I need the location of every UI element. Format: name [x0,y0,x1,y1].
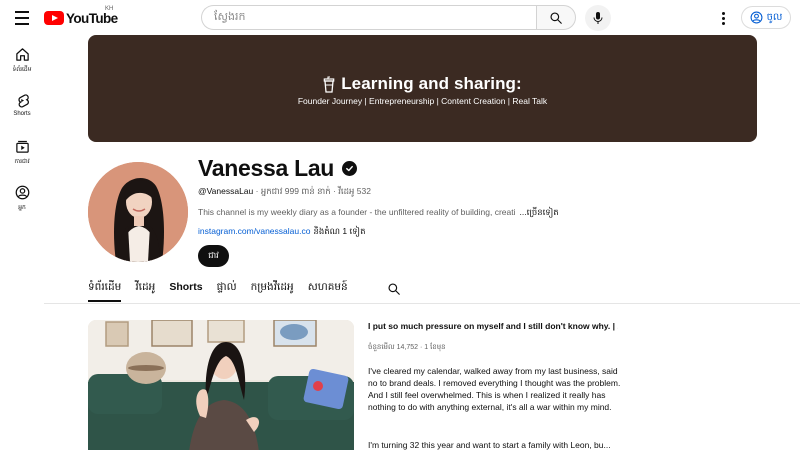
shorts-icon [17,94,29,108]
subscriptions-icon [15,140,29,153]
sidebar-item-label: Shorts [13,111,31,117]
featured-video-description: I've cleared my calendar, walked away fr… [368,366,621,412]
instagram-link[interactable]: instagram.com/vanessalau.co [198,226,310,236]
tab-live[interactable]: ផ្ទាល់ [217,281,237,302]
search-placeholder: ស្វែងរក [214,10,246,23]
featured-video-thumbnail[interactable] [88,320,354,450]
subscribe-label: ជាវ [208,249,219,260]
top-bar: YouTube KH ស្វែងរក ចូល [0,0,800,36]
youtube-play-icon [44,11,64,25]
sidebar-item-home[interactable]: ទំព័រដើម [0,47,44,74]
home-icon [15,48,29,61]
banner-title-row: Learning and sharing: [88,74,757,94]
search-icon [388,283,400,295]
avatar-portrait [88,162,188,262]
tabs-divider [44,303,800,304]
banner-subtitle: Founder Journey | Entrepreneurship | Con… [297,96,548,106]
youtube-logo[interactable]: YouTube [44,10,118,26]
voice-search-button[interactable] [585,5,611,31]
sidebar-item-label: ទំព័រដើម [12,67,32,73]
account-icon [750,11,763,24]
verified-icon [342,161,358,176]
sign-in-button[interactable]: ចូល [741,6,791,29]
sidebar-item-you[interactable]: អ្នក [0,185,44,212]
channel-description[interactable]: This channel is my weekly diary as a fou… [198,207,559,220]
channel-handle: @VanessaLau [198,186,254,196]
tab-community[interactable]: សហគមន៍ [308,281,348,302]
channel-meta: @VanessaLau · អ្នកជាវ 999 ពាន់ នាក់ · វី… [198,186,371,199]
featured-video-meta: ចំនួនមើល 14,752 · 1 ខែមុន [368,344,446,351]
microphone-icon [593,12,603,24]
you-icon [15,185,29,200]
tab-videos[interactable]: វីដេអូ [135,281,155,302]
banner-title: Learning and sharing: [341,74,522,93]
channel-avatar[interactable] [88,162,188,262]
search-icon [550,11,562,24]
logo-text: YouTube [66,10,118,26]
tab-home[interactable]: ទំព័រដើម [88,281,122,302]
subscribe-button[interactable]: ជាវ [198,245,229,267]
tab-shorts[interactable]: Shorts [169,281,202,299]
featured-video-description-more: I'm turning 32 this year and want to sta… [368,440,611,450]
menu-icon[interactable] [10,8,34,28]
region-code: KH [105,6,114,12]
sidebar-item-label: អ្នក [18,205,26,211]
more-link[interactable]: ...ច្រើនទៀត [520,207,559,217]
more-options-icon[interactable] [716,9,730,27]
search-button[interactable] [536,5,576,30]
search-input[interactable]: ស្វែងរក [201,5,536,30]
sign-in-label: ចូល [766,12,783,23]
channel-links: instagram.com/vanessalau.co និងតំណ 1 ទៀត [198,226,366,239]
more-links[interactable]: និងតំណ 1 ទៀត [313,226,365,236]
coffee-cup-icon [323,75,335,93]
sidebar-item-shorts[interactable]: Shorts [0,93,44,117]
thumbnail-image [88,320,354,450]
channel-name-row: Vanessa Lau [198,155,358,182]
channel-description-text: This channel is my weekly diary as a fou… [198,207,516,217]
tab-search-button[interactable] [387,282,401,301]
featured-video-title[interactable]: I put so much pressure on myself and I s… [368,321,618,331]
channel-stats: · អ្នកជាវ 999 ពាន់ នាក់ · វីដេអូ 532 [253,186,371,196]
sidebar-item-label: ការជាវ [14,159,30,165]
channel-name: Vanessa Lau [198,155,335,181]
tab-playlists[interactable]: កម្រងវីដេអូ [251,281,294,302]
channel-banner: Learning and sharing: Founder Journey | … [88,35,757,142]
sidebar-item-subscriptions[interactable]: ការជាវ [0,139,44,166]
channel-tabs: ទំព័រដើម វីដេអូ Shorts ផ្ទាល់ កម្រងវីដេអ… [88,281,400,303]
